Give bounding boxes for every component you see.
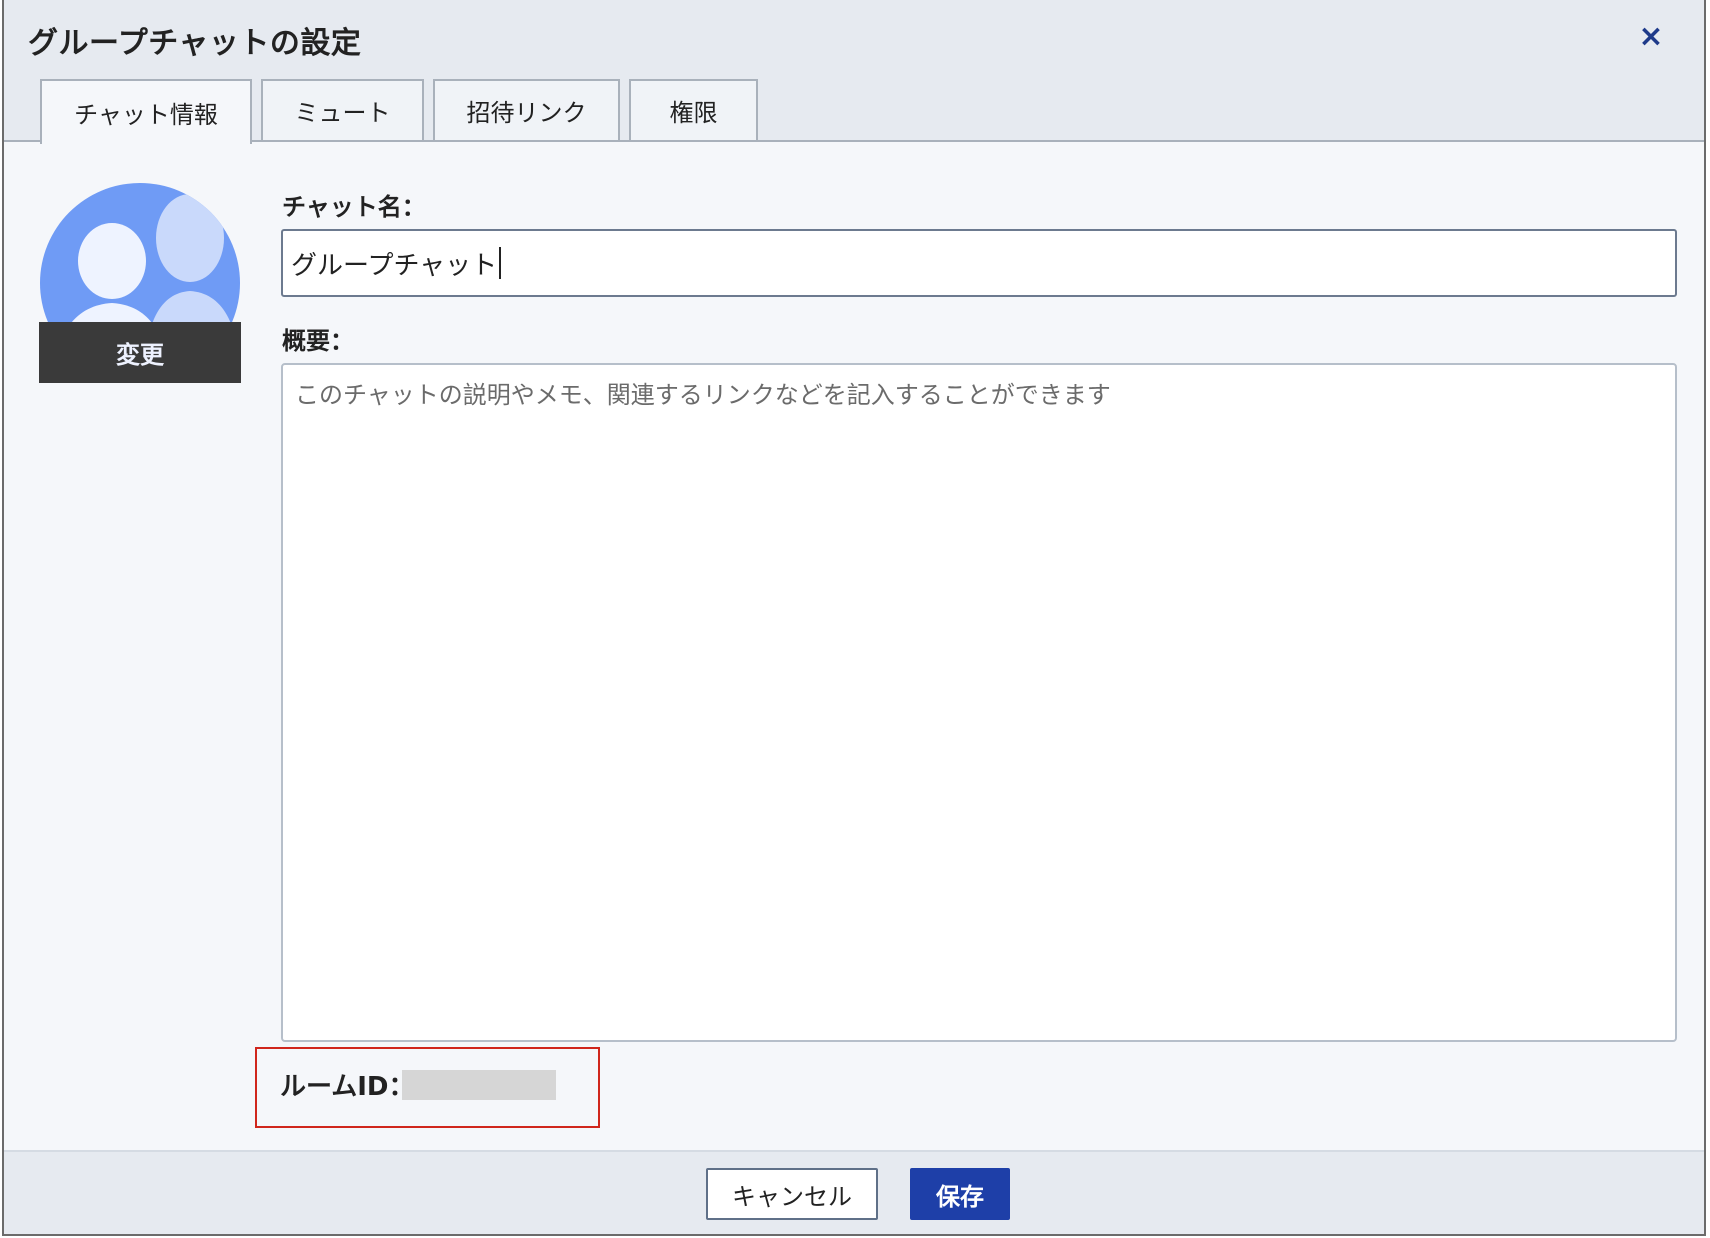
room-id-value-redacted bbox=[402, 1070, 556, 1100]
group-chat-settings-dialog: グループチャットの設定 × チャット情報 ミュート 招待リンク 権限 変更 チャ… bbox=[2, 0, 1706, 1236]
tab-invite-link[interactable]: 招待リンク bbox=[433, 79, 620, 140]
description-label: 概要： bbox=[282, 327, 354, 355]
tab-mute[interactable]: ミュート bbox=[261, 79, 424, 140]
room-id-label: ルームID： bbox=[280, 1072, 415, 1102]
change-avatar-button[interactable]: 変更 bbox=[39, 322, 241, 383]
description-placeholder: このチャットの説明やメモ、関連するリンクなどを記入することができます bbox=[295, 381, 1111, 409]
dialog-footer: キャンセル 保存 bbox=[4, 1150, 1704, 1234]
chat-name-input[interactable]: グループチャット bbox=[281, 229, 1677, 297]
dialog-header: グループチャットの設定 × チャット情報 ミュート 招待リンク 権限 bbox=[4, 0, 1704, 144]
text-caret bbox=[499, 247, 502, 279]
dialog-title: グループチャットの設定 bbox=[28, 26, 362, 61]
tab-bar: チャット情報 ミュート 招待リンク 権限 bbox=[40, 79, 758, 144]
cancel-button[interactable]: キャンセル bbox=[706, 1168, 878, 1220]
chat-name-label: チャット名： bbox=[282, 193, 426, 221]
tab-permissions[interactable]: 権限 bbox=[629, 79, 758, 140]
save-button[interactable]: 保存 bbox=[910, 1168, 1010, 1220]
chat-name-value: グループチャット bbox=[291, 250, 498, 281]
tab-chat-info[interactable]: チャット情報 bbox=[40, 79, 252, 144]
close-icon[interactable]: × bbox=[1636, 22, 1666, 52]
description-textarea[interactable]: このチャットの説明やメモ、関連するリンクなどを記入することができます bbox=[281, 363, 1677, 1042]
